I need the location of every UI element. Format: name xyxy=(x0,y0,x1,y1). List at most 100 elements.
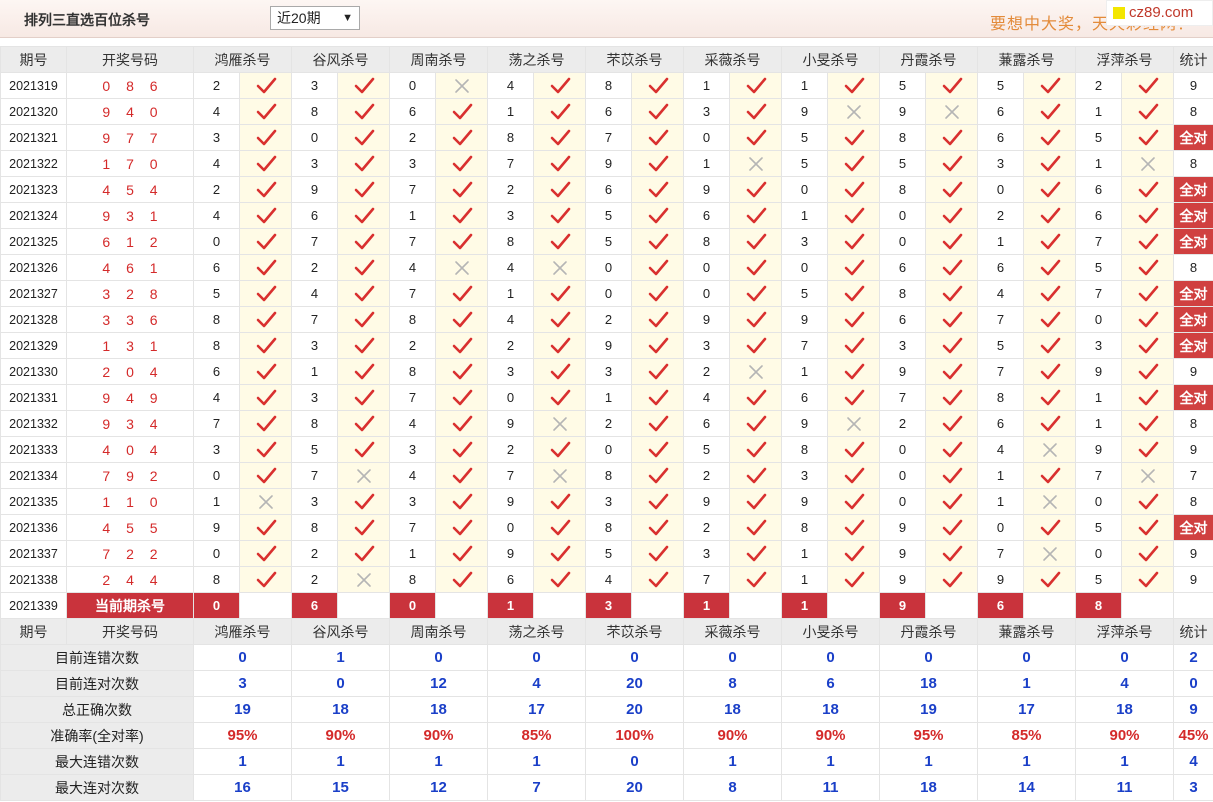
column-header-expert[interactable]: 丹霞杀号 xyxy=(879,618,978,645)
result-mark-cell xyxy=(1023,98,1076,125)
red-checkmark-icon xyxy=(844,129,864,145)
red-checkmark-icon xyxy=(942,77,962,93)
column-header-expert[interactable]: 丹霞杀号 xyxy=(879,46,978,73)
column-header-expert[interactable]: 小旻杀号 xyxy=(781,46,880,73)
column-header-expert[interactable]: 鸿雁杀号 xyxy=(193,46,292,73)
kill-digit-cell: 0 xyxy=(683,124,730,151)
result-mark-cell xyxy=(239,176,292,203)
kill-digit-cell: 9 xyxy=(683,488,730,515)
draw-number-cell: 7 9 2 xyxy=(66,462,194,489)
kill-digit-cell: 8 xyxy=(193,306,240,333)
kill-digit-cell: 2 xyxy=(879,410,926,437)
gray-x-icon xyxy=(748,364,763,379)
kill-digit-cell: 8 xyxy=(389,358,436,385)
result-mark-cell xyxy=(337,540,390,567)
column-header-expert[interactable]: 周南杀号 xyxy=(389,46,488,73)
table-row: 2021325 6 1 2 0 7 7 8 5 8 3 0 1 7 全对 xyxy=(0,228,1213,255)
column-header-expert[interactable]: 蒹露杀号 xyxy=(977,618,1076,645)
red-checkmark-icon xyxy=(844,571,864,587)
kill-digit-cell: 9 xyxy=(879,566,926,593)
column-header-expert[interactable]: 采薇杀号 xyxy=(683,618,782,645)
kill-digit-cell: 1 xyxy=(1075,410,1122,437)
column-header-expert[interactable]: 荡之杀号 xyxy=(487,46,586,73)
kill-digit-cell: 2 xyxy=(487,436,534,463)
kill-digit-cell: 4 xyxy=(487,254,534,281)
site-logo[interactable]: cz89.com xyxy=(1106,0,1213,26)
column-header-expert[interactable]: 小旻杀号 xyxy=(781,618,880,645)
summary-value: 11 xyxy=(781,774,880,801)
kill-digit-cell: 5 xyxy=(879,150,926,177)
draw-number-cell: 1 1 0 xyxy=(66,488,194,515)
red-checkmark-icon xyxy=(354,155,374,171)
column-header-expert[interactable]: 芣苡杀号 xyxy=(585,618,684,645)
kill-digit-cell: 3 xyxy=(585,488,632,515)
kill-digit-cell: 9 xyxy=(879,98,926,125)
result-mark-cell xyxy=(827,98,880,125)
table-row: 2021321 9 7 7 3 0 2 8 7 0 5 8 6 5 全对 xyxy=(0,124,1213,151)
red-checkmark-icon xyxy=(942,259,962,275)
result-mark-cell xyxy=(1121,176,1174,203)
red-checkmark-icon xyxy=(942,207,962,223)
red-checkmark-icon xyxy=(746,103,766,119)
kill-digit-cell: 8 xyxy=(193,566,240,593)
result-mark-cell xyxy=(239,358,292,385)
column-header-expert[interactable]: 采薇杀号 xyxy=(683,46,782,73)
red-checkmark-icon xyxy=(746,311,766,327)
column-header-expert[interactable]: 芣苡杀号 xyxy=(585,46,684,73)
kill-digit-cell: 0 xyxy=(585,280,632,307)
kill-digit-cell: 8 xyxy=(683,228,730,255)
result-mark-cell xyxy=(1023,488,1076,515)
red-checkmark-icon xyxy=(942,415,962,431)
result-mark-cell xyxy=(1121,488,1174,515)
kill-digit-cell: 5 xyxy=(683,436,730,463)
header-row-top: 期号 开奖号码 鸿雁杀号 谷风杀号 周南杀号 荡之杀号 芣苡杀号 采薇杀号 小旻杀号 丹霞杀号 蒹露… xyxy=(0,46,1213,73)
kill-digit-cell: 9 xyxy=(487,488,534,515)
result-mark-cell xyxy=(1023,72,1076,99)
kill-digit-cell: 6 xyxy=(879,306,926,333)
stat-cell: 8 xyxy=(1173,254,1213,281)
kill-digit-cell: 6 xyxy=(585,176,632,203)
red-checkmark-icon xyxy=(1138,103,1158,119)
result-mark-cell xyxy=(925,410,978,437)
summary-value: 90% xyxy=(683,722,782,749)
red-checkmark-icon xyxy=(1040,467,1060,483)
red-checkmark-icon xyxy=(1138,493,1158,509)
kill-digit-cell: 9 xyxy=(879,358,926,385)
period-select[interactable]: 近20期 ▼ xyxy=(270,6,360,30)
result-mark-cell xyxy=(239,280,292,307)
kill-digit-cell: 7 xyxy=(291,228,338,255)
column-header-expert[interactable]: 荡之杀号 xyxy=(487,618,586,645)
kill-digit-cell: 2 xyxy=(193,176,240,203)
kill-digit-cell: 0 xyxy=(879,436,926,463)
column-header-expert[interactable]: 谷风杀号 xyxy=(291,46,390,73)
result-mark-cell xyxy=(533,540,586,567)
kill-digit-cell: 5 xyxy=(781,150,828,177)
red-checkmark-icon xyxy=(648,571,668,587)
kill-digit-cell: 3 xyxy=(291,384,338,411)
red-checkmark-icon xyxy=(452,415,472,431)
kill-digit-cell: 3 xyxy=(683,98,730,125)
result-mark-cell xyxy=(337,410,390,437)
empty-cell xyxy=(827,592,880,619)
result-mark-cell xyxy=(729,540,782,567)
red-checkmark-icon xyxy=(1138,571,1158,587)
kill-digit-cell: 8 xyxy=(487,124,534,151)
kill-digit-cell: 3 xyxy=(291,332,338,359)
column-header-expert[interactable]: 谷风杀号 xyxy=(291,618,390,645)
all-correct-badge: 全对 xyxy=(1173,202,1213,229)
column-header-expert[interactable]: 鸿雁杀号 xyxy=(193,618,292,645)
column-header-expert[interactable]: 浮萍杀号 xyxy=(1075,618,1174,645)
column-header-expert[interactable]: 浮萍杀号 xyxy=(1075,46,1174,73)
result-mark-cell xyxy=(925,176,978,203)
gray-x-icon xyxy=(1140,156,1155,171)
kill-digit-cell: 9 xyxy=(487,540,534,567)
red-checkmark-icon xyxy=(1138,77,1158,93)
column-header-expert[interactable]: 蒹露杀号 xyxy=(977,46,1076,73)
red-checkmark-icon xyxy=(452,233,472,249)
column-header-expert[interactable]: 周南杀号 xyxy=(389,618,488,645)
stat-cell: 9 xyxy=(1173,358,1213,385)
kill-digit-cell: 7 xyxy=(1075,228,1122,255)
kill-digit-cell: 1 xyxy=(389,202,436,229)
gray-x-icon xyxy=(552,416,567,431)
result-mark-cell xyxy=(239,384,292,411)
